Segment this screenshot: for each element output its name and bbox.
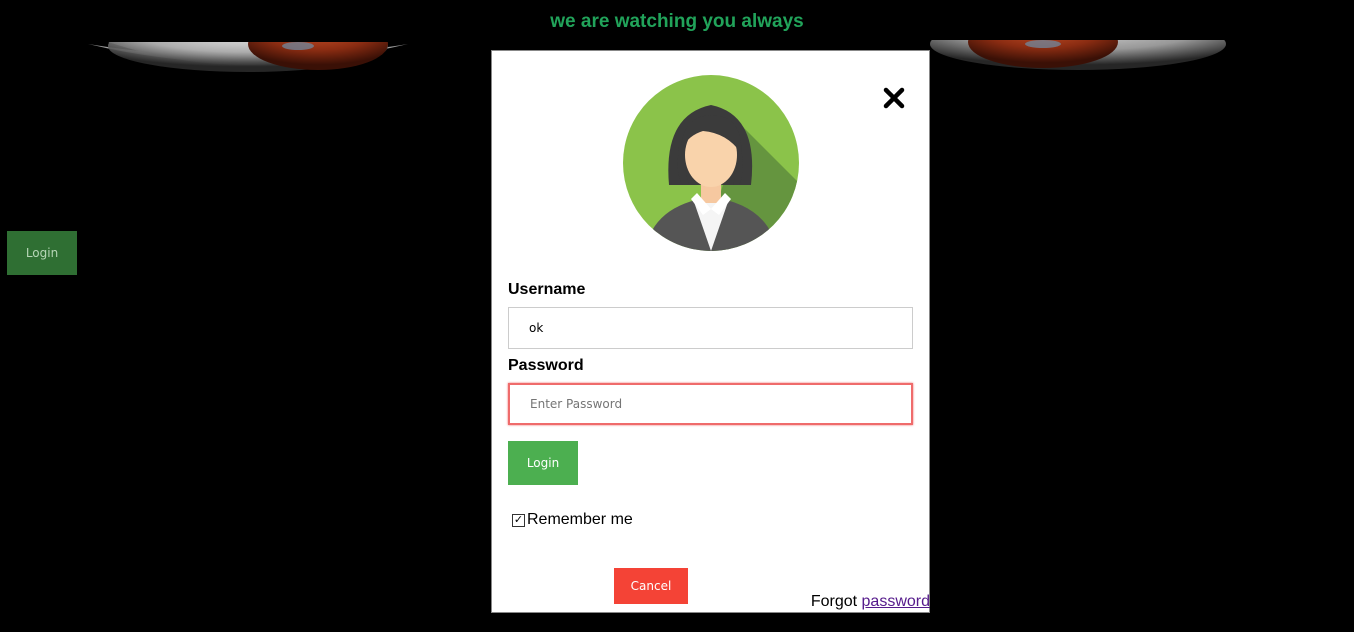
forgot-password-link[interactable]: password xyxy=(862,593,930,610)
close-icon[interactable] xyxy=(881,85,907,111)
login-button[interactable]: Login xyxy=(508,441,578,485)
forgot-prefix: Forgot xyxy=(810,593,862,610)
page: we are watching you always Login Usernam… xyxy=(0,0,1354,632)
background-login-button[interactable]: Login xyxy=(7,231,77,275)
username-label: Username xyxy=(508,281,586,298)
login-modal: Username Password Login ✓ Remember me Ca… xyxy=(491,50,930,613)
username-input[interactable] xyxy=(508,307,913,349)
left-eye-image xyxy=(88,30,408,72)
right-eye-image xyxy=(928,30,1228,70)
forgot-password-text: Forgot password xyxy=(811,593,930,611)
remember-me-checkbox[interactable]: ✓ xyxy=(512,513,525,527)
cancel-button[interactable]: Cancel xyxy=(614,568,688,604)
remember-me-row: ✓ Remember me xyxy=(512,511,633,529)
password-input[interactable] xyxy=(508,383,913,425)
female-user-avatar-icon xyxy=(623,75,799,251)
password-label: Password xyxy=(508,357,584,374)
remember-me-label[interactable]: Remember me xyxy=(527,511,633,529)
